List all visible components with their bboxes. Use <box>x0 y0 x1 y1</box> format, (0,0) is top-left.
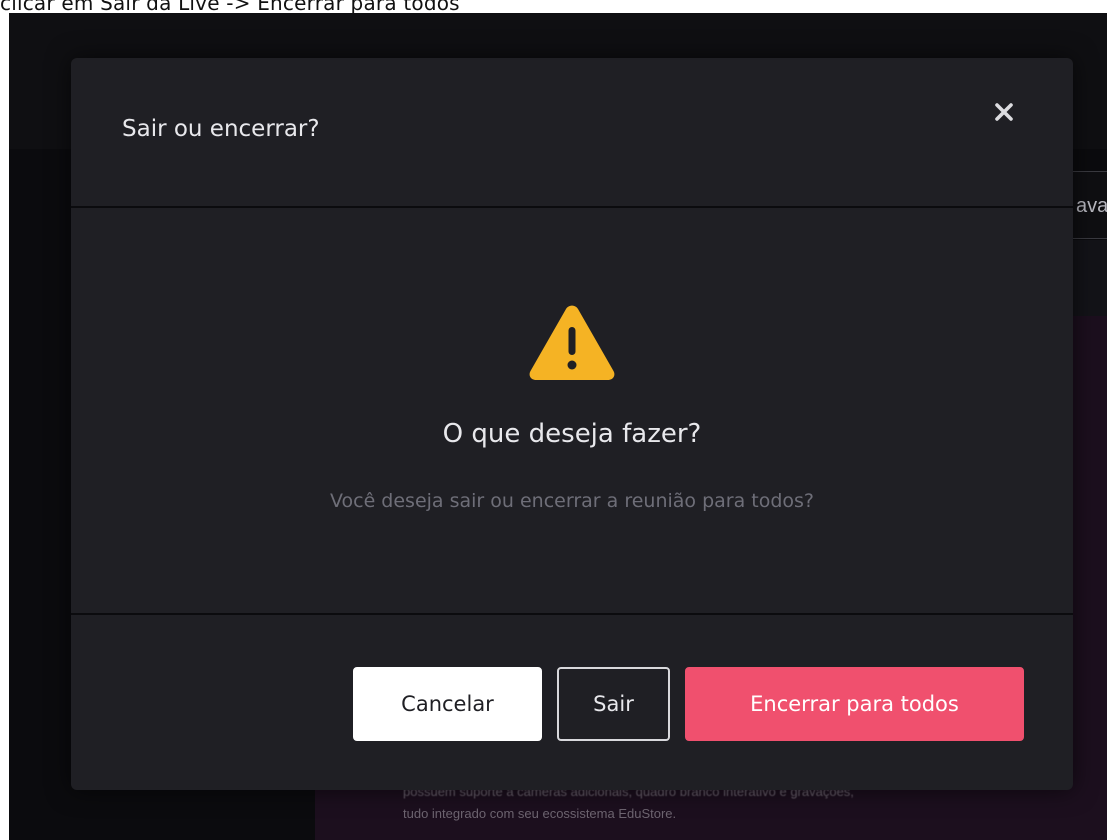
background-strip <box>1069 240 1107 316</box>
exit-dialog: Sair ou encerrar? O que deseja fazer? Vo… <box>71 58 1073 790</box>
warning-triangle-icon <box>529 305 615 380</box>
dialog-title: Sair ou encerrar? <box>122 116 320 142</box>
dialog-body: O que deseja fazer? Você deseja sair ou … <box>71 208 1073 615</box>
background-tab: ava <box>1067 171 1107 239</box>
dialog-footer: Cancelar Sair Encerrar para todos <box>71 615 1073 790</box>
app-screen: ava possuem suporte a câmeras adicionais… <box>9 13 1107 840</box>
close-icon <box>995 103 1013 121</box>
dialog-header: Sair ou encerrar? <box>71 58 1073 208</box>
background-description-line-2: tudo integrado com seu ecossistema EduSt… <box>403 806 677 821</box>
cancel-button[interactable]: Cancelar <box>353 667 542 741</box>
dialog-heading: O que deseja fazer? <box>442 419 702 449</box>
close-button[interactable] <box>984 92 1024 132</box>
end-for-all-button[interactable]: Encerrar para todos <box>685 667 1024 741</box>
exit-button[interactable]: Sair <box>557 667 670 741</box>
dialog-message: Você deseja sair ou encerrar a reunião p… <box>329 490 815 512</box>
